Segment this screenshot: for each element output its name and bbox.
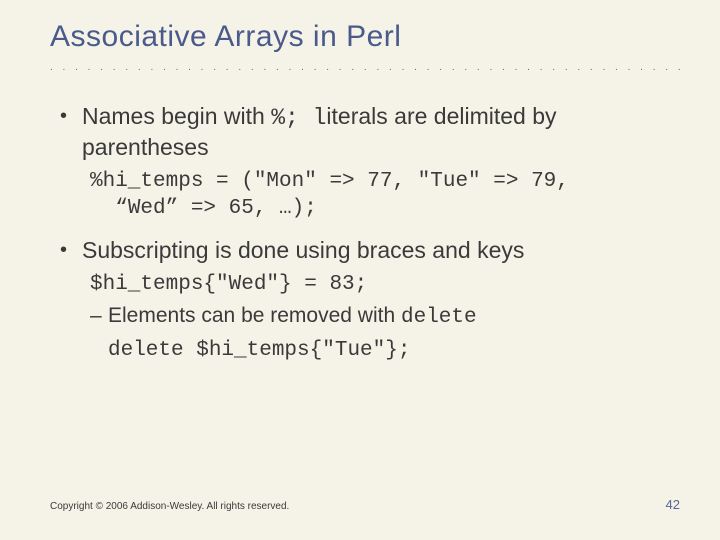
page-number: 42: [666, 497, 680, 512]
code-block: delete $hi_temps{"Tue"};: [108, 337, 680, 364]
slide-footer: Copyright © 2006 Addison-Wesley. All rig…: [50, 497, 680, 512]
sub-bullet-marker: –: [90, 302, 108, 329]
bullet-marker: •: [60, 102, 82, 129]
code-inline: delete: [401, 306, 477, 329]
sub-bullet-item: – Elements can be removed with delete: [90, 302, 680, 331]
text-segment: Names begin with: [82, 103, 271, 129]
bullet-marker: •: [60, 236, 82, 263]
text-segment: Elements can be removed with: [108, 304, 401, 327]
bullet-text: Names begin with %; literals are delimit…: [82, 102, 680, 162]
copyright-text: Copyright © 2006 Addison-Wesley. All rig…: [50, 501, 289, 512]
slide: Associative Arrays in Perl . . . . . . .…: [0, 0, 720, 540]
code-block: %hi_temps = ("Mon" => 77, "Tue" => 79, “…: [90, 168, 680, 223]
bullet-text: Subscripting is done using braces and ke…: [82, 236, 680, 265]
sub-bullet-text: Elements can be removed with delete: [108, 302, 680, 331]
divider-dots: . . . . . . . . . . . . . . . . . . . . …: [50, 62, 680, 74]
slide-title: Associative Arrays in Perl: [50, 20, 680, 54]
code-block: $hi_temps{"Wed"} = 83;: [90, 271, 680, 298]
bullet-item: • Subscripting is done using braces and …: [60, 236, 680, 265]
bullet-item: • Names begin with %; literals are delim…: [60, 102, 680, 162]
slide-content: • Names begin with %; literals are delim…: [50, 102, 680, 365]
code-inline: %; l: [271, 105, 326, 131]
